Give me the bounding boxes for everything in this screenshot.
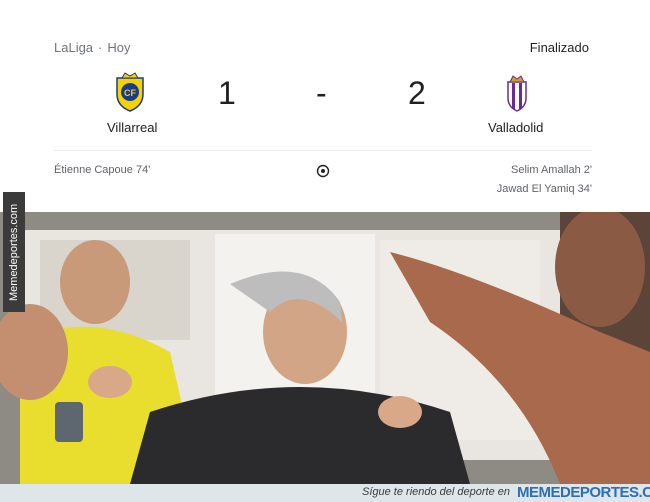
separator-dot: · [98, 40, 103, 55]
footer-brand[interactable]: MEMEDEPORTES.COM [517, 484, 650, 501]
away-team-name[interactable]: Valladolid [488, 120, 543, 135]
soccer-ball-icon [316, 164, 330, 178]
competition-line: LaLiga · Hoy [54, 40, 131, 55]
photo-illustration [0, 212, 650, 484]
footer-bar: Sígue te riendo del deporte en MEMEDEPOR… [0, 484, 650, 502]
home-team-name[interactable]: Villarreal [107, 120, 157, 135]
villarreal-crest-icon[interactable]: CF [113, 72, 147, 112]
home-scorer: Étienne Capoue 74' [54, 164, 151, 176]
away-score: 2 [408, 75, 426, 111]
footer-tagline: Sígue te riendo del deporte en [362, 486, 511, 498]
divider [54, 150, 592, 151]
celebration-photo [0, 212, 650, 484]
score-separator: - [316, 75, 327, 111]
match-status: Finalizado [529, 40, 589, 55]
match-date: Hoy [107, 40, 131, 55]
away-scorer: Jawad El Yamiq 34' [496, 183, 592, 195]
competition-name[interactable]: LaLiga [54, 40, 93, 55]
svg-text:CF: CF [124, 88, 136, 98]
home-score: 1 [218, 75, 236, 111]
match-card[interactable]: LaLiga · Hoy Finalizado CF Villarreal 1 - … [0, 0, 650, 210]
valladolid-crest-icon[interactable] [500, 74, 534, 114]
watermark-vertical: Memedeportes.com [3, 192, 25, 312]
away-scorer: Selim Amallah 2' [511, 164, 592, 176]
